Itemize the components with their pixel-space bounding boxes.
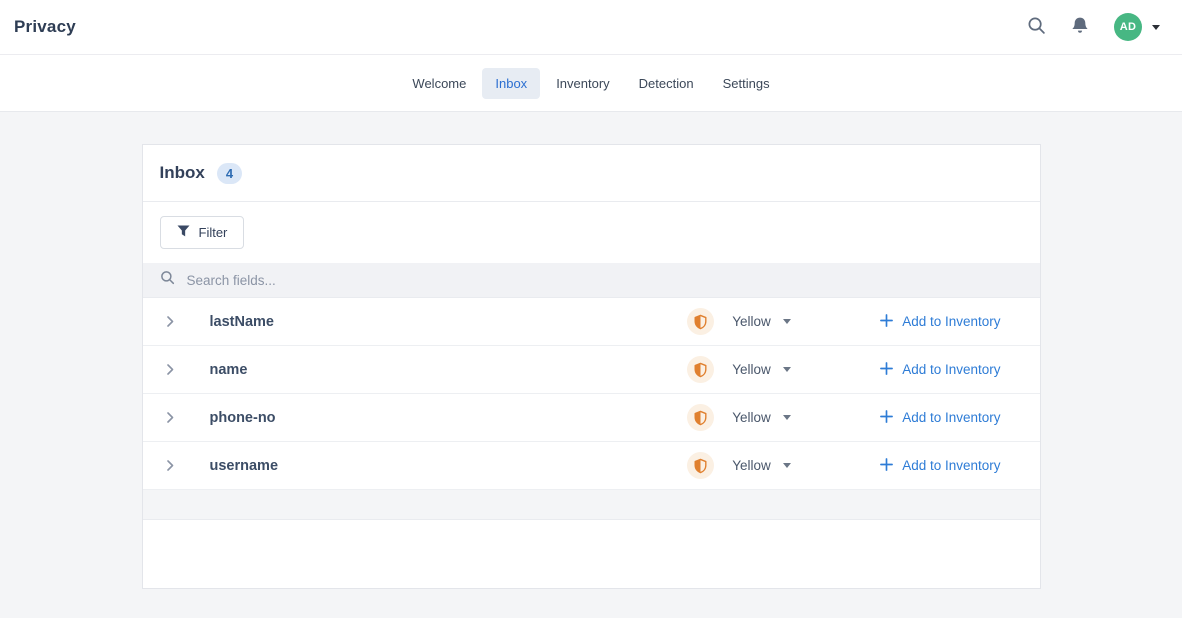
chevron-down-icon	[783, 367, 791, 372]
chevron-down-icon	[783, 463, 791, 468]
add-to-inventory-button[interactable]: Add to Inventory	[880, 410, 1000, 426]
plus-icon	[880, 458, 893, 474]
notifications-button[interactable]	[1071, 16, 1089, 39]
classification-value: Yellow	[732, 410, 771, 425]
top-bar-actions: AD	[1027, 13, 1160, 41]
inbox-card-footer	[143, 520, 1040, 588]
search-button[interactable]	[1027, 16, 1046, 38]
field-name: username	[210, 458, 279, 474]
tab-settings[interactable]: Settings	[710, 68, 783, 99]
top-bar: Privacy AD	[0, 0, 1182, 55]
classification-dropdown[interactable]: Yellow	[732, 458, 794, 473]
list-end-strip	[143, 490, 1040, 520]
tab-inbox[interactable]: Inbox	[482, 68, 540, 99]
plus-icon	[880, 314, 893, 330]
shield-icon	[687, 404, 714, 431]
avatar[interactable]: AD	[1114, 13, 1142, 41]
tab-welcome[interactable]: Welcome	[399, 68, 479, 99]
classification-dropdown[interactable]: Yellow	[732, 362, 794, 377]
inbox-card-header: Inbox 4	[143, 145, 1040, 202]
plus-icon	[880, 362, 893, 378]
search-fields-icon	[160, 270, 175, 290]
add-to-inventory-label: Add to Inventory	[902, 362, 1000, 377]
search-fields-input[interactable]	[185, 272, 1023, 289]
chevron-down-icon	[783, 319, 791, 324]
add-to-inventory-label: Add to Inventory	[902, 458, 1000, 473]
classification-dropdown[interactable]: Yellow	[732, 410, 794, 425]
user-menu-caret-icon	[1152, 25, 1160, 30]
search-fields-bar	[143, 263, 1040, 298]
classification-dropdown[interactable]: Yellow	[732, 314, 794, 329]
chevron-down-icon	[783, 415, 791, 420]
plus-icon	[880, 410, 893, 426]
tab-inventory[interactable]: Inventory	[543, 68, 622, 99]
user-menu[interactable]: AD	[1114, 13, 1160, 41]
bell-icon	[1071, 16, 1089, 39]
classification-value: Yellow	[732, 362, 771, 377]
field-name: name	[210, 362, 248, 378]
expand-chevron-icon[interactable]	[167, 364, 174, 375]
add-to-inventory-label: Add to Inventory	[902, 410, 1000, 425]
add-to-inventory-button[interactable]: Add to Inventory	[880, 362, 1000, 378]
add-to-inventory-button[interactable]: Add to Inventory	[880, 314, 1000, 330]
inbox-card: Inbox 4 Filter	[142, 144, 1041, 589]
app-title: Privacy	[14, 17, 76, 37]
filter-bar: Filter	[143, 202, 1040, 263]
add-to-inventory-button[interactable]: Add to Inventory	[880, 458, 1000, 474]
classification-value: Yellow	[732, 314, 771, 329]
expand-chevron-icon[interactable]	[167, 316, 174, 327]
expand-chevron-icon[interactable]	[167, 412, 174, 423]
field-row: name Yellow Add to Inventory	[143, 346, 1040, 394]
field-name: phone-no	[210, 410, 276, 426]
field-row: username Yellow Add to Inventory	[143, 442, 1040, 490]
tab-detection[interactable]: Detection	[626, 68, 707, 99]
filter-icon	[177, 225, 190, 240]
shield-icon	[687, 356, 714, 383]
filter-button-label: Filter	[199, 225, 228, 240]
search-icon	[1027, 16, 1046, 38]
shield-icon	[687, 452, 714, 479]
shield-icon	[687, 308, 714, 335]
filter-button[interactable]: Filter	[160, 216, 245, 249]
inbox-title: Inbox	[160, 163, 205, 183]
expand-chevron-icon[interactable]	[167, 460, 174, 471]
main-nav: Welcome Inbox Inventory Detection Settin…	[0, 55, 1182, 112]
page-content: Inbox 4 Filter	[0, 112, 1182, 589]
app-window: Privacy AD	[0, 0, 1182, 618]
field-row: phone-no Yellow Add to Inventory	[143, 394, 1040, 442]
classification-value: Yellow	[732, 458, 771, 473]
add-to-inventory-label: Add to Inventory	[902, 314, 1000, 329]
field-row: lastName Yellow Add to Inventory	[143, 298, 1040, 346]
field-name: lastName	[210, 314, 274, 330]
inbox-count-badge: 4	[217, 163, 242, 184]
